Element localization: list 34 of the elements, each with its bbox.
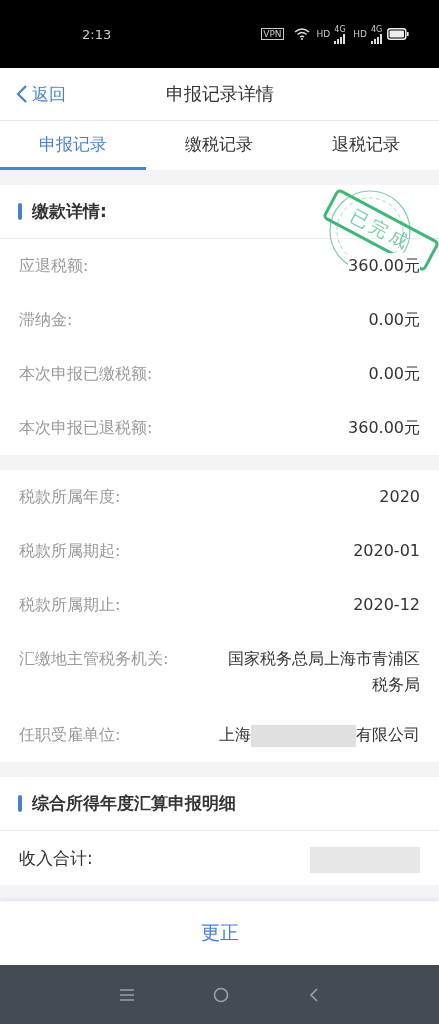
- status-time: 2:13: [82, 26, 112, 42]
- field-label: 税款所属期起:: [19, 540, 121, 562]
- field-label: 应退税额:: [19, 255, 89, 277]
- field-label: 收入合计:: [19, 847, 93, 869]
- network-label: 4G: [334, 24, 346, 34]
- field-label: 汇缴地主管税务机关:: [19, 648, 169, 670]
- field-label: 本次申报已缴税额:: [19, 363, 153, 385]
- section-title: 缴款详情:: [32, 200, 107, 223]
- field-label: 任职受雇单位:: [19, 724, 121, 746]
- menu-icon[interactable]: [119, 988, 134, 1001]
- hd-label: HD: [353, 29, 367, 39]
- field-label: 本次申报已退税额:: [19, 417, 153, 439]
- field-label: 滞纳金:: [19, 309, 73, 331]
- back-button[interactable]: 返回: [0, 82, 66, 106]
- page-title: 申报记录详情: [165, 82, 274, 106]
- battery-icon: [387, 28, 409, 40]
- tab[interactable]: 退税记录: [292, 121, 439, 170]
- signal-icon: [371, 33, 383, 44]
- hd-label: HD: [316, 29, 331, 39]
- tab[interactable]: 缴税记录: [146, 121, 293, 170]
- field-label: 税款所属期止:: [19, 594, 121, 616]
- network-label: 4G: [371, 24, 383, 34]
- signal-icon: [334, 33, 347, 44]
- tab[interactable]: 申报记录: [0, 121, 147, 170]
- back-icon[interactable]: [309, 987, 320, 1002]
- section-marker: [18, 203, 22, 220]
- home-icon[interactable]: [213, 986, 230, 1003]
- correct-button[interactable]: 更正: [194, 919, 245, 947]
- section-title: 综合所得年度汇算申报明细: [32, 792, 236, 815]
- wifi-icon: [293, 28, 310, 40]
- section-marker: [18, 795, 22, 812]
- chevron-left-icon: [16, 84, 28, 104]
- vpn-indicator: VPN: [261, 28, 284, 40]
- field-label: 税款所属年度:: [19, 486, 121, 508]
